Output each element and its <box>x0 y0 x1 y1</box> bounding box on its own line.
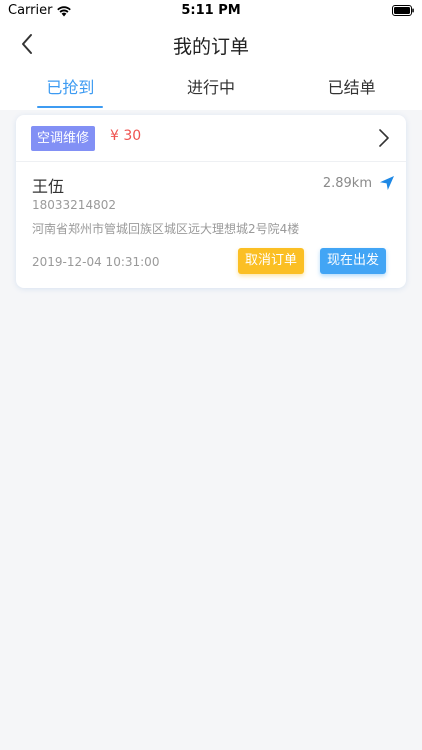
distance-label: 2.89km <box>322 176 372 191</box>
battery-icon <box>392 5 414 16</box>
order-price: ¥ 30 <box>110 128 142 144</box>
navigation-arrow-icon[interactable] <box>379 175 395 191</box>
order-datetime: 2019-12-04 10:31:00 <box>32 255 160 269</box>
order-card-header[interactable]: 空调维修 ¥ 30 <box>16 115 406 162</box>
customer-name: 王伍 <box>32 177 65 196</box>
page-title: 我的订单 <box>172 36 249 58</box>
order-status-tabs: 已抢到 进行中 已结单 <box>0 66 422 110</box>
customer-phone[interactable]: 18033214802 <box>32 198 116 212</box>
order-card[interactable]: 空调维修 ¥ 30 王伍 2.89km 18033214802 河南省郑州市管城… <box>16 115 406 288</box>
chevron-right-icon[interactable] <box>378 128 390 148</box>
service-type-tag: 空调维修 <box>31 126 96 151</box>
cancel-order-button[interactable]: 取消订单 <box>238 248 305 274</box>
depart-now-button[interactable]: 现在出发 <box>320 248 387 274</box>
tab-grabbed[interactable]: 已抢到 <box>0 66 141 110</box>
status-time: 5:11 PM <box>181 3 241 18</box>
my-orders-screen: Carrier 5:11 PM 我的订单 已抢到 进行中 已结单 空调维修 ¥ … <box>0 0 422 750</box>
status-bar: Carrier 5:11 PM <box>0 0 422 22</box>
tab-in-progress[interactable]: 进行中 <box>141 66 282 110</box>
navigation-bar: 我的订单 <box>0 22 422 66</box>
customer-address: 河南省郑州市管城回族区城区远大理想城2号院4楼 <box>32 222 300 236</box>
tab-completed[interactable]: 已结单 <box>281 66 422 110</box>
